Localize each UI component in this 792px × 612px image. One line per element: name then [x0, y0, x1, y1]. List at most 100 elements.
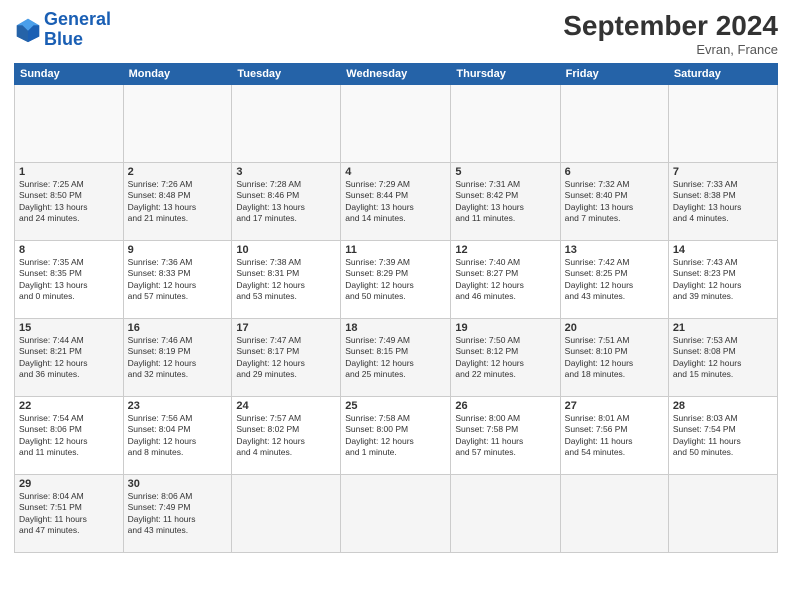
- day-cell: 30Sunrise: 8:06 AM Sunset: 7:49 PM Dayli…: [123, 475, 232, 553]
- day-number: 16: [128, 322, 228, 334]
- day-cell: 28Sunrise: 8:03 AM Sunset: 7:54 PM Dayli…: [668, 397, 777, 475]
- day-cell: 11Sunrise: 7:39 AM Sunset: 8:29 PM Dayli…: [341, 241, 451, 319]
- logo-text: General Blue: [44, 10, 111, 50]
- day-cell: 10Sunrise: 7:38 AM Sunset: 8:31 PM Dayli…: [232, 241, 341, 319]
- day-info: Sunrise: 7:31 AM Sunset: 8:42 PM Dayligh…: [455, 179, 555, 225]
- day-info: Sunrise: 7:25 AM Sunset: 8:50 PM Dayligh…: [19, 179, 119, 225]
- day-cell: 20Sunrise: 7:51 AM Sunset: 8:10 PM Dayli…: [560, 319, 668, 397]
- day-number: 7: [673, 166, 773, 178]
- day-number: 27: [565, 400, 664, 412]
- day-number: 29: [19, 478, 119, 490]
- day-info: Sunrise: 8:06 AM Sunset: 7:49 PM Dayligh…: [128, 491, 228, 537]
- day-cell: [232, 85, 341, 163]
- day-cell: 15Sunrise: 7:44 AM Sunset: 8:21 PM Dayli…: [15, 319, 124, 397]
- logo-line1: General: [44, 9, 111, 29]
- day-number: 17: [236, 322, 336, 334]
- week-row-1: [15, 85, 778, 163]
- day-cell: 19Sunrise: 7:50 AM Sunset: 8:12 PM Dayli…: [451, 319, 560, 397]
- day-number: 25: [345, 400, 446, 412]
- day-cell: [560, 85, 668, 163]
- day-cell: [668, 85, 777, 163]
- day-number: 8: [19, 244, 119, 256]
- day-number: 18: [345, 322, 446, 334]
- day-number: 10: [236, 244, 336, 256]
- day-info: Sunrise: 7:26 AM Sunset: 8:48 PM Dayligh…: [128, 179, 228, 225]
- day-cell: [341, 85, 451, 163]
- day-info: Sunrise: 7:49 AM Sunset: 8:15 PM Dayligh…: [345, 335, 446, 381]
- day-info: Sunrise: 8:03 AM Sunset: 7:54 PM Dayligh…: [673, 413, 773, 459]
- day-number: 15: [19, 322, 119, 334]
- day-number: 12: [455, 244, 555, 256]
- logo: General Blue: [14, 10, 111, 50]
- day-cell: 14Sunrise: 7:43 AM Sunset: 8:23 PM Dayli…: [668, 241, 777, 319]
- day-cell: 29Sunrise: 8:04 AM Sunset: 7:51 PM Dayli…: [15, 475, 124, 553]
- day-number: 5: [455, 166, 555, 178]
- col-header-sunday: Sunday: [15, 64, 124, 85]
- day-cell: 22Sunrise: 7:54 AM Sunset: 8:06 PM Dayli…: [15, 397, 124, 475]
- day-cell: 16Sunrise: 7:46 AM Sunset: 8:19 PM Dayli…: [123, 319, 232, 397]
- day-info: Sunrise: 7:44 AM Sunset: 8:21 PM Dayligh…: [19, 335, 119, 381]
- day-info: Sunrise: 7:39 AM Sunset: 8:29 PM Dayligh…: [345, 257, 446, 303]
- column-headers: SundayMondayTuesdayWednesdayThursdayFrid…: [15, 64, 778, 85]
- day-cell: [668, 475, 777, 553]
- day-number: 26: [455, 400, 555, 412]
- day-number: 23: [128, 400, 228, 412]
- day-info: Sunrise: 7:51 AM Sunset: 8:10 PM Dayligh…: [565, 335, 664, 381]
- day-cell: 1Sunrise: 7:25 AM Sunset: 8:50 PM Daylig…: [15, 163, 124, 241]
- day-cell: [451, 475, 560, 553]
- day-number: 3: [236, 166, 336, 178]
- week-row-4: 15Sunrise: 7:44 AM Sunset: 8:21 PM Dayli…: [15, 319, 778, 397]
- day-cell: 24Sunrise: 7:57 AM Sunset: 8:02 PM Dayli…: [232, 397, 341, 475]
- day-info: Sunrise: 7:35 AM Sunset: 8:35 PM Dayligh…: [19, 257, 119, 303]
- day-number: 9: [128, 244, 228, 256]
- col-header-saturday: Saturday: [668, 64, 777, 85]
- day-cell: 23Sunrise: 7:56 AM Sunset: 8:04 PM Dayli…: [123, 397, 232, 475]
- col-header-thursday: Thursday: [451, 64, 560, 85]
- day-info: Sunrise: 7:54 AM Sunset: 8:06 PM Dayligh…: [19, 413, 119, 459]
- col-header-friday: Friday: [560, 64, 668, 85]
- col-header-wednesday: Wednesday: [341, 64, 451, 85]
- day-info: Sunrise: 7:42 AM Sunset: 8:25 PM Dayligh…: [565, 257, 664, 303]
- day-cell: [15, 85, 124, 163]
- col-header-tuesday: Tuesday: [232, 64, 341, 85]
- week-row-6: 29Sunrise: 8:04 AM Sunset: 7:51 PM Dayli…: [15, 475, 778, 553]
- day-cell: 17Sunrise: 7:47 AM Sunset: 8:17 PM Dayli…: [232, 319, 341, 397]
- day-info: Sunrise: 7:38 AM Sunset: 8:31 PM Dayligh…: [236, 257, 336, 303]
- day-cell: 5Sunrise: 7:31 AM Sunset: 8:42 PM Daylig…: [451, 163, 560, 241]
- logo-line2: Blue: [44, 29, 83, 49]
- week-row-2: 1Sunrise: 7:25 AM Sunset: 8:50 PM Daylig…: [15, 163, 778, 241]
- day-cell: [341, 475, 451, 553]
- day-cell: 7Sunrise: 7:33 AM Sunset: 8:38 PM Daylig…: [668, 163, 777, 241]
- day-cell: 13Sunrise: 7:42 AM Sunset: 8:25 PM Dayli…: [560, 241, 668, 319]
- day-info: Sunrise: 7:43 AM Sunset: 8:23 PM Dayligh…: [673, 257, 773, 303]
- subtitle: Evran, France: [563, 42, 778, 57]
- day-cell: 2Sunrise: 7:26 AM Sunset: 8:48 PM Daylig…: [123, 163, 232, 241]
- day-number: 6: [565, 166, 664, 178]
- day-info: Sunrise: 7:32 AM Sunset: 8:40 PM Dayligh…: [565, 179, 664, 225]
- day-cell: 21Sunrise: 7:53 AM Sunset: 8:08 PM Dayli…: [668, 319, 777, 397]
- day-cell: [560, 475, 668, 553]
- day-cell: 6Sunrise: 7:32 AM Sunset: 8:40 PM Daylig…: [560, 163, 668, 241]
- day-cell: 26Sunrise: 8:00 AM Sunset: 7:58 PM Dayli…: [451, 397, 560, 475]
- day-info: Sunrise: 7:50 AM Sunset: 8:12 PM Dayligh…: [455, 335, 555, 381]
- day-info: Sunrise: 8:04 AM Sunset: 7:51 PM Dayligh…: [19, 491, 119, 537]
- page: General Blue September 2024 Evran, Franc…: [0, 0, 792, 612]
- day-info: Sunrise: 7:36 AM Sunset: 8:33 PM Dayligh…: [128, 257, 228, 303]
- title-section: September 2024 Evran, France: [563, 10, 778, 57]
- day-cell: [123, 85, 232, 163]
- week-row-5: 22Sunrise: 7:54 AM Sunset: 8:06 PM Dayli…: [15, 397, 778, 475]
- day-cell: 25Sunrise: 7:58 AM Sunset: 8:00 PM Dayli…: [341, 397, 451, 475]
- day-number: 30: [128, 478, 228, 490]
- day-cell: 3Sunrise: 7:28 AM Sunset: 8:46 PM Daylig…: [232, 163, 341, 241]
- day-number: 22: [19, 400, 119, 412]
- day-number: 2: [128, 166, 228, 178]
- day-cell: [232, 475, 341, 553]
- day-cell: [451, 85, 560, 163]
- day-number: 4: [345, 166, 446, 178]
- day-info: Sunrise: 8:01 AM Sunset: 7:56 PM Dayligh…: [565, 413, 664, 459]
- day-info: Sunrise: 7:46 AM Sunset: 8:19 PM Dayligh…: [128, 335, 228, 381]
- day-info: Sunrise: 7:40 AM Sunset: 8:27 PM Dayligh…: [455, 257, 555, 303]
- day-cell: 18Sunrise: 7:49 AM Sunset: 8:15 PM Dayli…: [341, 319, 451, 397]
- day-info: Sunrise: 8:00 AM Sunset: 7:58 PM Dayligh…: [455, 413, 555, 459]
- calendar-table: SundayMondayTuesdayWednesdayThursdayFrid…: [14, 63, 778, 553]
